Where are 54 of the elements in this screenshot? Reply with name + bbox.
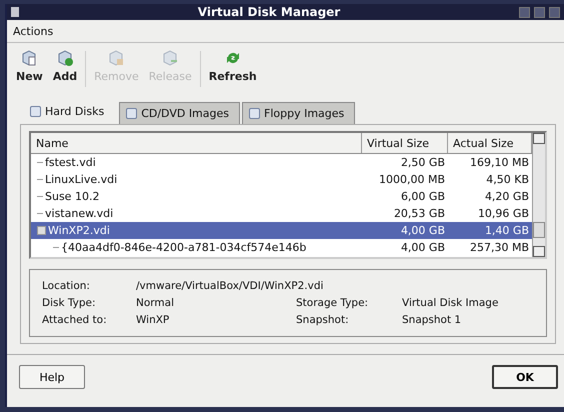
ok-button[interactable]: OK	[492, 365, 558, 389]
maximize-button[interactable]	[534, 6, 545, 18]
table-cell: vistanew.vdi	[45, 207, 114, 220]
table-row[interactable]: Suse 10.2 6,00 GB 4,20 GB	[31, 188, 532, 205]
scroll-thumb[interactable]	[533, 222, 545, 238]
table-cell-text: 257,30 MB	[468, 241, 530, 254]
scrollbar[interactable]	[532, 133, 545, 257]
window-title: Virtual Disk Manager	[196, 5, 342, 19]
detail-value: WinXP	[136, 314, 170, 326]
table-cell: LinuxLive.vdi	[45, 173, 118, 186]
detail-label: Attached to:	[42, 314, 108, 326]
toolbar-button[interactable]: Refresh	[204, 47, 262, 91]
menu-item[interactable]: Actions	[13, 22, 54, 40]
column-header[interactable]: Virtual Size	[362, 133, 448, 153]
detail-value: Snapshot 1	[402, 314, 462, 326]
tab[interactable]: CD/DVD Images	[119, 102, 240, 124]
window-icon	[11, 7, 19, 17]
table-cell-text: 6,00 GB	[400, 190, 446, 203]
scroll-down-icon[interactable]	[533, 246, 545, 257]
toolbar-button[interactable]: New	[11, 47, 48, 91]
table-cell: fstest.vdi	[45, 156, 96, 169]
table-cell-text: 1000,00 MB	[378, 173, 446, 186]
table-cell-text: 2,50 GB	[400, 156, 446, 169]
table-row[interactable]: LinuxLive.vdi 1000,00 MB 4,50 KB	[31, 171, 532, 188]
column-header[interactable]: Name	[31, 133, 362, 153]
table-cell: WinXP2.vdi	[48, 224, 110, 237]
help-button[interactable]: Help	[19, 365, 85, 389]
table-cell-text: 20,53 GB	[392, 207, 446, 220]
detail-label: Location:	[42, 280, 91, 292]
toolbar-button[interactable]: Add	[48, 47, 82, 91]
detail-label: Snapshot:	[296, 314, 350, 326]
table-cell-text: 10,96 GB	[476, 207, 530, 220]
table-cell: {40aa4df0-846e-4200-a781-034cf574e146b	[61, 241, 306, 254]
table-cell-text: 4,00 GB	[400, 241, 446, 254]
table-row[interactable]: vistanew.vdi 20,53 GB 10,96 GB	[31, 205, 532, 222]
scroll-up-icon[interactable]	[533, 133, 545, 144]
detail-label: Disk Type:	[42, 297, 97, 309]
detail-value: /vmware/VirtualBox/VDI/WinXP2.vdi	[136, 280, 324, 292]
detail-value: Virtual Disk Image	[402, 297, 500, 309]
table-cell-text: 1,40 GB	[484, 224, 530, 237]
table-row[interactable]: fstest.vdi 2,50 GB 169,10 MB	[31, 154, 532, 171]
detail-value: Normal	[136, 297, 175, 309]
table-cell-text: 169,10 MB	[468, 156, 530, 169]
table-cell: Suse 10.2	[45, 190, 100, 203]
table-cell-text: 4,50 KB	[485, 173, 530, 186]
table-cell-text: 4,00 GB	[400, 224, 446, 237]
close-button[interactable]	[549, 6, 560, 18]
table-row[interactable]: {40aa4df0-846e-4200-a781-034cf574e146b 4,00 GB 257,30 MB	[31, 239, 532, 256]
table-row[interactable]: WinXP2.vdi 4,00 GB 1,40 GB	[31, 222, 532, 239]
tab[interactable]: Floppy Images	[242, 102, 356, 124]
table-cell-text: 4,20 GB	[484, 190, 530, 203]
expander-icon[interactable]	[37, 226, 46, 235]
minimize-button[interactable]	[519, 6, 530, 18]
detail-label: Storage Type:	[296, 297, 370, 309]
